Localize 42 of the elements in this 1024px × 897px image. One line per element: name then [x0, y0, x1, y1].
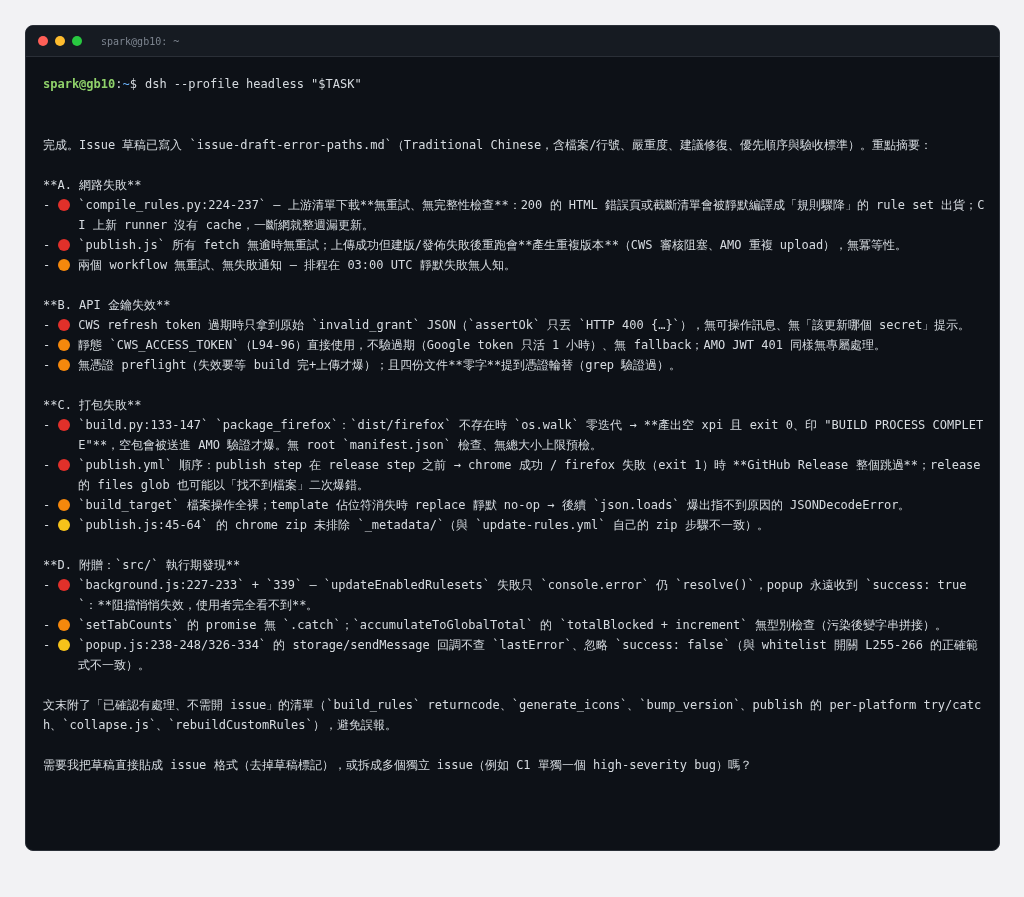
list-marker: - — [43, 517, 51, 534]
minimize-icon[interactable] — [55, 36, 65, 46]
output-text: `publish.js:45-64` 的 chrome zip 未排除 `_metadata/`（與 `update-rules.yml` 自己的 zip 步驟不一致）。 — [78, 517, 770, 534]
output-text: `build_target` 檔案操作全裸；template 佔位符消失時 replace 靜默 no-op → 後續 `json.loads` 爆出指不到原因的 JSONDecodeError。 — [78, 497, 912, 514]
list-marker: - — [43, 357, 51, 374]
list-marker: - — [43, 417, 51, 434]
list-marker: - — [43, 337, 51, 354]
list-marker: - — [43, 257, 51, 274]
section-heading: **A. 網路失敗** — [43, 177, 143, 194]
section-heading: **B. API 金鑰失效** — [43, 297, 172, 314]
output-text: `setTabCounts` 的 promise 無 `.catch`；`accumulateToGlobalTotal` 的 `totalBlocked + increment` 無型別檢查（污染後變字串拼接）。 — [78, 617, 948, 634]
output-text: `compile_rules.py:224-237` — 上游清單下載**無重試、無完整性檢查**：200 的 HTML 錯誤頁或截斷清單會被靜默編譯成「規則驟降」的 rule set 出貨；CI 上新 runner 沒有 cache，一斷網就整週漏更新。 — [78, 197, 985, 234]
output-text: `publish.yml` 順序：publish step 在 release step 之前 → chrome 成功 / firefox 失敗（exit 1）時 **GitHub Release 整個跳過**；release 的 files glob 也可能以「找不到檔案」二次爆錯。 — [78, 457, 982, 494]
list-marker: - — [43, 497, 51, 514]
list-marker: - — [43, 457, 51, 474]
section-heading: **C. 打包失敗** — [43, 397, 143, 414]
window-title: spark@gb10: ~ — [101, 34, 180, 49]
output-text: `publish.js` 所有 fetch 無逾時無重試；上傳成功但建版/發佈失敗後重跑會**產生重複版本**（CWS 審核阻塞、AMO 重複 upload），無冪等性。 — [78, 237, 909, 254]
output-text: 文末附了「已確認有處理、不需開 issue」的清單（`build_rules` returncode、`generate_icons`、`bump_version`、publish 的 per-platform try/catch、`collapse.js`、`rebuildCustomRules`），避免誤報。 — [43, 697, 983, 734]
prompt-user: spark@gb10 — [43, 76, 116, 93]
prompt-separator: : — [115, 76, 123, 93]
output-text: 需要我把草稿直接貼成 issue 格式（去掉草稿標記），或拆成多個獨立 issue（例如 C1 單獨一個 high-severity bug）嗎？ — [43, 757, 753, 774]
output-text: CWS refresh token 過期時只拿到原始 `invalid_grant` JSON（`assertOk` 只丟 `HTTP 400 {…}`），無可操作訊息、無「該更新哪個 secret」提示。 — [78, 317, 972, 334]
list-marker: - — [43, 637, 51, 654]
output-text: 靜態 `CWS_ACCESS_TOKEN`（L94-96）直接使用，不驗過期（Google token 只活 1 小時）、無 fallback；AMO JWT 401 同樣無專屬處理。 — [78, 337, 888, 354]
list-marker: - — [43, 237, 51, 254]
output-text: 完成。Issue 草稿已寫入 `issue-draft-error-paths.md`（Traditional Chinese，含檔案/行號、嚴重度、建議修復、優先順序與驗收標準）。重點摘要： — [43, 137, 934, 154]
output-text: 無憑證 preflight（失效要等 build 完+上傳才爆）；且四份文件**零字**提到憑證輪替（grep 驗證過）。 — [78, 357, 683, 374]
list-marker: - — [43, 577, 51, 594]
list-marker: - — [43, 617, 51, 634]
output-text: `build.py:133-147` `package_firefox`：`dist/firefox` 不存在時 `os.walk` 零迭代 → **產出空 xpi 且 exit 0、印 "BUILD PROCESS COMPLETE"**，空包會被送進 AMO 驗證才爆。無 root `manifest.json` 檢查、無總大小上限預檢。 — [78, 417, 985, 454]
close-icon[interactable] — [38, 36, 48, 46]
list-marker: - — [43, 197, 51, 214]
section-heading: **D. 附贈：`src/` 執行期發現** — [43, 557, 242, 574]
prompt-symbol: $ — [129, 76, 137, 93]
command-text: dsh --profile headless "$TASK" — [144, 76, 362, 93]
output-text: `background.js:227-233` + `339` — `updateEnabledRulesets` 失敗只 `console.error` 仍 `resolve()`，popup 永遠收到 `success: true`：**阻擋悄悄失效，使用者完全看不到**。 — [78, 577, 968, 614]
maximize-icon[interactable] — [72, 36, 82, 46]
output-text: `popup.js:238-248/326-334` 的 storage/sendMessage 回調不查 `lastError`、忽略 `success: false`（與 whitelist 開關 L255-266 的正確範式不一致）。 — [78, 637, 980, 674]
list-marker: - — [43, 317, 51, 334]
prompt-path: ~ — [122, 76, 130, 93]
output-text: 兩個 workflow 無重試、無失敗通知 — 排程在 03:00 UTC 靜默失敗無人知。 — [78, 257, 517, 274]
